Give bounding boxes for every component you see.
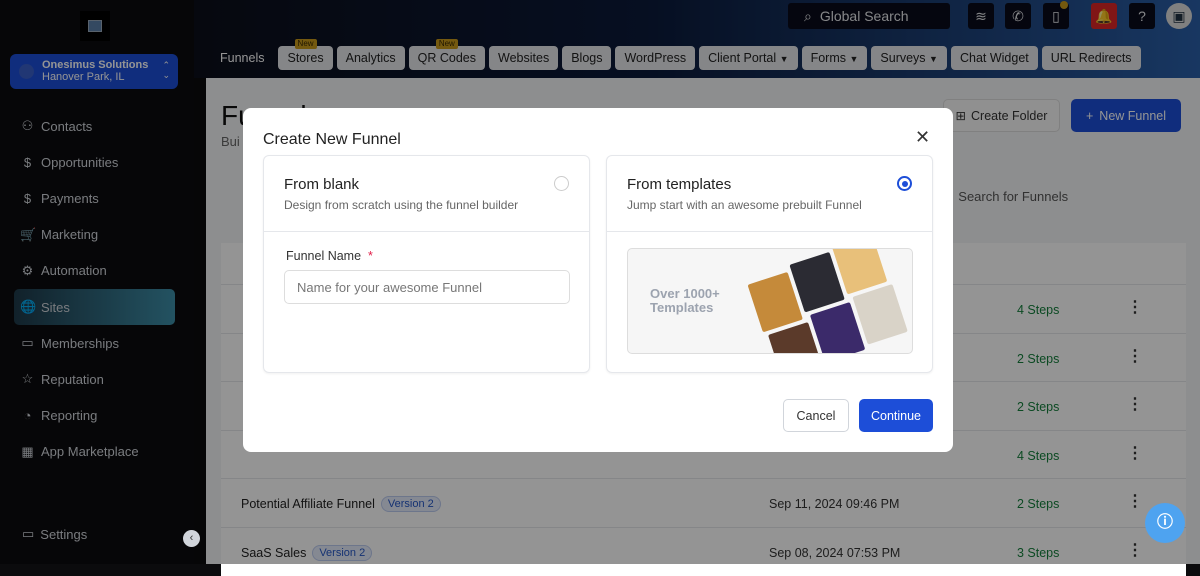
option-title: From blank xyxy=(284,176,360,193)
continue-button[interactable]: Continue xyxy=(859,399,933,432)
funnel-name-label-text: Funnel Name xyxy=(286,249,362,263)
close-icon[interactable]: ✕ xyxy=(915,127,930,148)
cancel-button[interactable]: Cancel xyxy=(783,399,849,432)
radio-from-templates[interactable] xyxy=(897,176,912,191)
option-title: From templates xyxy=(627,176,732,193)
create-funnel-modal: Create New Funnel ✕ From blank Design fr… xyxy=(243,108,953,452)
chat-support-button[interactable]: ⓘ xyxy=(1145,503,1185,543)
radio-from-blank[interactable] xyxy=(554,176,569,191)
option-desc: Jump start with an awesome prebuilt Funn… xyxy=(627,198,862,212)
funnel-name-label: Funnel Name * xyxy=(286,249,373,263)
option-from-blank[interactable]: From blank Design from scratch using the… xyxy=(263,155,590,373)
funnel-name-input[interactable] xyxy=(284,270,570,304)
templates-preview-image: Over 1000+ Templates xyxy=(627,248,913,354)
modal-title: Create New Funnel xyxy=(263,131,401,148)
option-from-templates[interactable]: From templates Jump start with an awesom… xyxy=(606,155,933,373)
option-desc: Design from scratch using the funnel bui… xyxy=(284,198,519,212)
collapse-sidebar-button[interactable]: ‹ xyxy=(183,530,200,547)
required-mark: * xyxy=(368,249,373,263)
